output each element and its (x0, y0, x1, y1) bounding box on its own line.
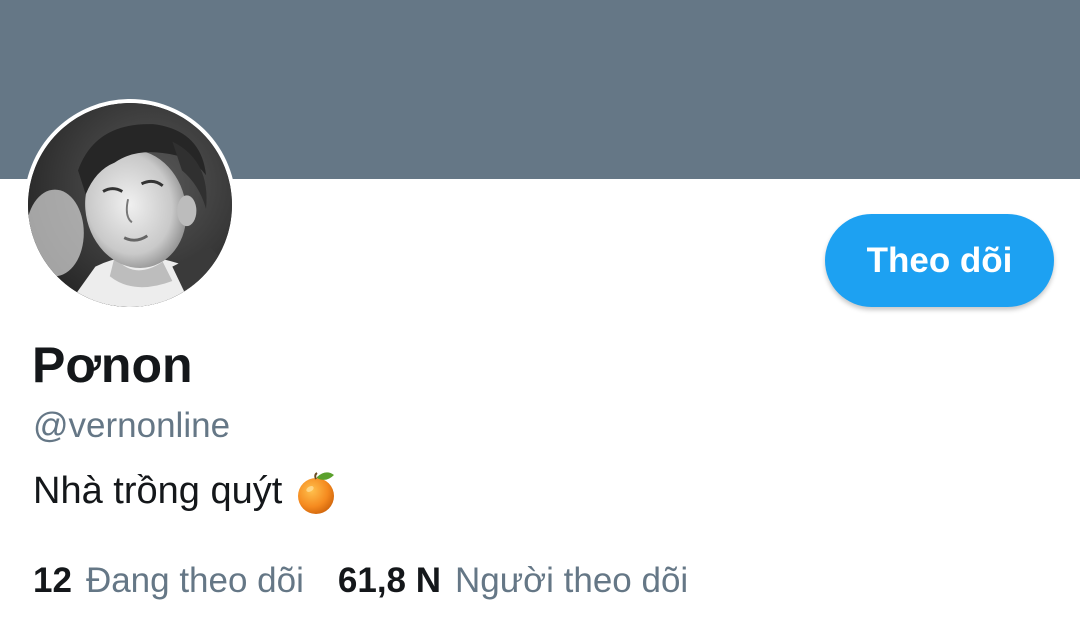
tangerine-icon (294, 469, 338, 515)
avatar-photo (28, 103, 232, 307)
profile-bio: Nhà trồng quýt (33, 469, 338, 515)
followers-count: 61,8 N (337, 561, 442, 600)
follow-button[interactable]: Theo dõi (825, 214, 1054, 307)
profile-page: Theo dõi Pơnon @vernonline Nhà trồng quý… (0, 0, 1080, 639)
followers-stat[interactable]: 61,8 N Người theo dõi (338, 560, 688, 602)
display-name: Pơnon (32, 337, 193, 393)
avatar[interactable] (24, 99, 236, 311)
profile-stats: 12 Đang theo dõi 61,8 N Người theo dõi (33, 560, 688, 602)
bio-text: Nhà trồng quýt (33, 470, 283, 513)
following-stat[interactable]: 12 Đang theo dõi (33, 560, 304, 602)
profile-handle: @vernonline (33, 406, 231, 445)
followers-label: Người theo dõi (455, 561, 689, 600)
following-label: Đang theo dõi (85, 561, 304, 600)
following-count: 12 (33, 561, 72, 600)
